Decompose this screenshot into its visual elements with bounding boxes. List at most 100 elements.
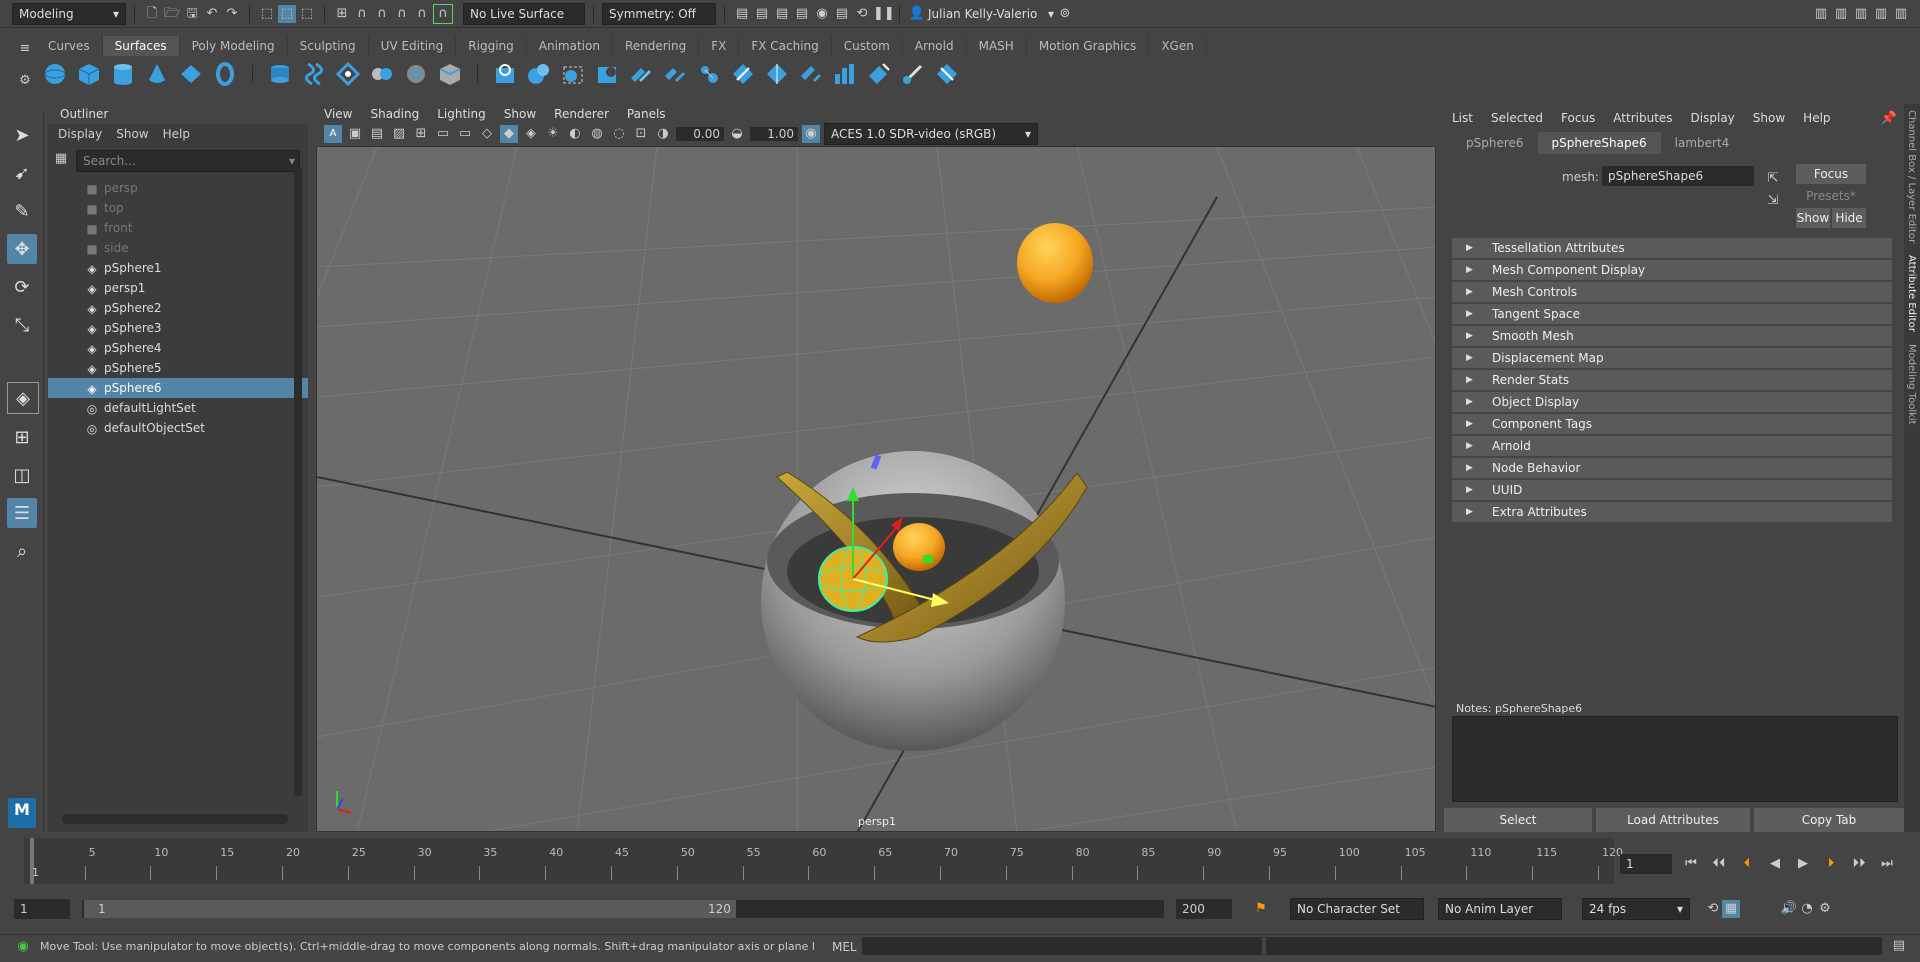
tab-attribute-editor[interactable]: Attribute Editor [1906, 249, 1917, 338]
outliner-item[interactable]: ■ front [48, 218, 308, 238]
anim-prefs-icon[interactable]: ⚙ [1816, 900, 1834, 918]
navigate-output-icon[interactable]: ⇲ [1764, 192, 1782, 210]
play-forward-icon[interactable]: ▶ [1794, 855, 1812, 873]
outliner-search-input[interactable]: Search... ▾ [76, 150, 300, 172]
live-surface-dropdown[interactable]: No Live Surface [463, 2, 585, 25]
command-input[interactable] [862, 937, 1262, 955]
copy-tab-button[interactable]: Copy Tab [1754, 808, 1904, 832]
open-close-icon[interactable] [730, 61, 756, 87]
arnold-render-icon[interactable]: ▤ [833, 5, 851, 23]
sound-icon[interactable]: 🔊 [1780, 900, 1798, 918]
select-button[interactable]: Select [1444, 808, 1592, 832]
notes-textarea[interactable] [1452, 716, 1898, 802]
layout-icon[interactable]: ▥ [1832, 5, 1850, 23]
surface-edit-icon[interactable] [934, 61, 960, 87]
time-slider[interactable]: 1 5 10 15 20 25 30 35 40 45 50 55 60 65 70 75 80 85 90 95 1… [24, 838, 1623, 884]
image-plane-icon[interactable]: ▨ [390, 125, 408, 143]
tab-channel-box[interactable]: Channel Box / Layer Editor [1906, 104, 1917, 249]
xray-icon[interactable]: ◌ [610, 125, 628, 143]
shelf-tab-fx[interactable]: FX [699, 36, 740, 56]
hide-button[interactable]: Hide [1832, 208, 1866, 228]
open-scene-icon[interactable]: 🗁 [163, 5, 181, 23]
help-search-icon[interactable]: ⊚ [1056, 5, 1074, 23]
loft-icon[interactable] [301, 61, 327, 87]
hypershade-icon[interactable]: ◉ [813, 5, 831, 23]
tab-modeling-toolkit[interactable]: Modeling Toolkit [1906, 338, 1917, 431]
shelf-tab-motion-graphics[interactable]: Motion Graphics [1027, 36, 1150, 56]
rebuild-icon[interactable] [866, 61, 892, 87]
outliner-horizontal-scrollbar[interactable] [62, 814, 288, 824]
gamma-field[interactable]: 1.00 [750, 127, 798, 141]
pin-icon[interactable]: 📌 [1880, 110, 1898, 128]
snap-point-icon[interactable]: ∩ [373, 5, 391, 23]
bookmark-icon[interactable]: ▤ [368, 125, 386, 143]
mesh-name-field[interactable]: pSphereShape6 [1602, 166, 1754, 186]
nurbs-cylinder-icon[interactable] [110, 61, 136, 87]
align-icon[interactable] [696, 61, 722, 87]
ae-section-tessellation-attributes[interactable]: Tessellation Attributes [1452, 238, 1892, 258]
outliner-item[interactable]: ■ top [48, 198, 308, 218]
range-start-field[interactable]: 1 [14, 899, 70, 919]
range-end-field[interactable]: 200 [1176, 899, 1232, 919]
shelf-tab-rigging[interactable]: Rigging [456, 36, 527, 56]
outliner-item[interactable]: ◈ pSphere6 [48, 378, 308, 398]
cached-playback-icon[interactable]: ◔ [1798, 900, 1816, 918]
bevel-plus-icon[interactable] [437, 61, 463, 87]
ae-menu-attributes[interactable]: Attributes [1613, 111, 1672, 125]
shelf-tab-custom[interactable]: Custom [832, 36, 903, 56]
snap-view-icon[interactable]: ∩ [393, 5, 411, 23]
nurbs-cone-icon[interactable] [144, 61, 170, 87]
outliner-menu-display[interactable]: Display [58, 127, 102, 141]
snap-grid-icon[interactable]: ⊞ [333, 5, 351, 23]
birail-icon[interactable] [403, 61, 429, 87]
character-set-dropdown[interactable]: No Character Set [1290, 898, 1424, 920]
shadows-icon[interactable]: ◐ [566, 125, 584, 143]
snap-curve-icon[interactable]: ∩ [353, 5, 371, 23]
attribute-editor-toggle-icon[interactable]: ▥ [1852, 5, 1870, 23]
outliner-item[interactable]: ◎ defaultLightSet [48, 398, 308, 418]
camera-icon[interactable]: ▣ [346, 125, 364, 143]
save-scene-icon[interactable]: 🖫 [183, 5, 201, 23]
select-tool-icon[interactable]: ➤ [7, 120, 37, 150]
detach-icon[interactable] [662, 61, 688, 87]
outliner-item[interactable]: ◎ defaultObjectSet [48, 418, 308, 438]
symmetry-dropdown[interactable]: Symmetry: Off [602, 2, 716, 25]
revolve-icon[interactable] [267, 61, 293, 87]
select-component-icon[interactable]: ⬚ [298, 5, 316, 23]
viewport-menu-lighting[interactable]: Lighting [437, 107, 486, 121]
range-slider-thumb[interactable] [84, 900, 736, 918]
viewport-menu-show[interactable]: Show [504, 107, 536, 121]
viewport-menu-renderer[interactable]: Renderer [554, 107, 609, 121]
viewport-menu-view[interactable]: View [324, 107, 352, 121]
render-settings-icon[interactable]: ▤ [793, 5, 811, 23]
ae-section-smooth-mesh[interactable]: Smooth Mesh [1452, 326, 1892, 346]
select-hierarchy-icon[interactable]: ⬚ [258, 5, 276, 23]
shelf-tab-surfaces[interactable]: Surfaces [102, 36, 180, 56]
new-scene-icon[interactable]: 🗋 [143, 5, 161, 23]
extend-icon[interactable] [798, 61, 824, 87]
outliner-menu-help[interactable]: Help [163, 127, 190, 141]
outliner-menu-show[interactable]: Show [116, 127, 148, 141]
four-pane-layout-icon[interactable]: ⊞ [7, 422, 37, 452]
textured-icon[interactable]: ◈ [522, 125, 540, 143]
offset-icon[interactable] [832, 61, 858, 87]
ae-menu-display[interactable]: Display [1691, 111, 1735, 125]
step-forward-frame-icon[interactable]: ⏵ [1822, 855, 1840, 873]
snap-surface-icon[interactable]: ∩ [413, 5, 431, 23]
nurbs-cube-icon[interactable] [76, 61, 102, 87]
isolate-select-icon[interactable]: ⊡ [632, 125, 650, 143]
move-tool-icon[interactable]: ✥ [7, 234, 37, 264]
presets-button[interactable]: Presets* [1796, 186, 1866, 206]
shelf-menu-icon[interactable]: ≡ [16, 40, 34, 58]
viewport-scene[interactable] [317, 147, 1436, 832]
nurbs-plane-icon[interactable] [178, 61, 204, 87]
range-slider[interactable]: 1 120 [82, 900, 1164, 918]
project-curve-icon[interactable] [492, 61, 518, 87]
single-pane-layout-icon[interactable]: ◈ [7, 382, 39, 414]
arnold-ipr-icon[interactable]: ⟲ [853, 5, 871, 23]
shelf-tab-rendering[interactable]: Rendering [613, 36, 700, 56]
ae-section-displacement-map[interactable]: Displacement Map [1452, 348, 1892, 368]
trim-icon[interactable] [560, 61, 586, 87]
exposure-field[interactable]: 0.00 [676, 127, 724, 141]
insert-isoparm-icon[interactable] [764, 61, 790, 87]
